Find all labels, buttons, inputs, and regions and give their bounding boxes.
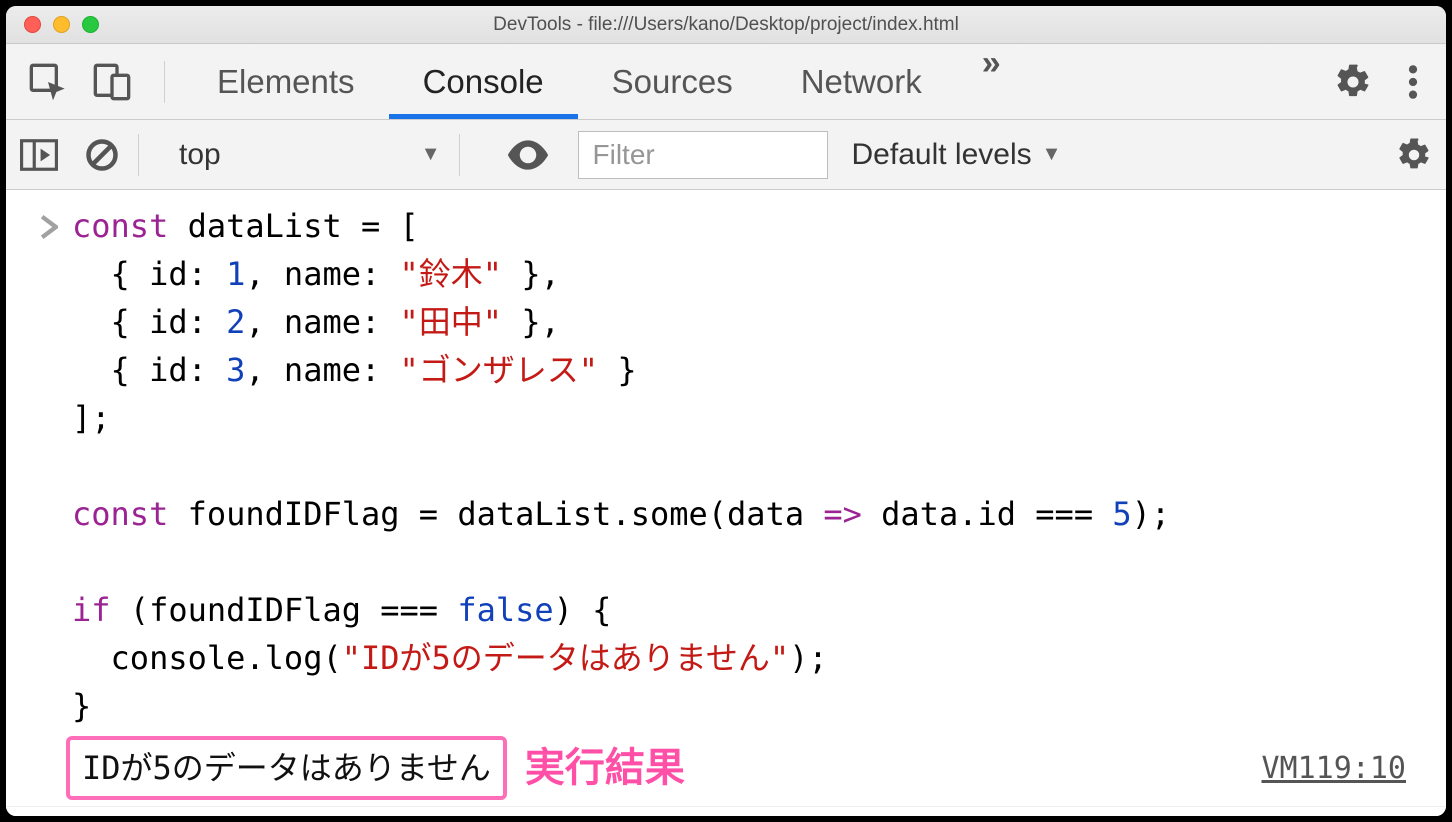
live-expression-icon[interactable] (506, 140, 550, 170)
separator (138, 134, 139, 176)
filter-input[interactable] (578, 131, 828, 179)
gear-icon[interactable] (1334, 63, 1372, 101)
panel-tabs: Elements Console Sources Network » (183, 44, 1027, 119)
console-input-block[interactable]: const dataList = [ { id: 1, name: "鈴木" }… (6, 202, 1446, 730)
close-window-button[interactable] (24, 16, 41, 33)
console-output: const dataList = [ { id: 1, name: "鈴木" }… (6, 190, 1446, 816)
kebab-menu-icon[interactable] (1408, 63, 1418, 101)
main-toolbar: Elements Console Sources Network » (6, 44, 1446, 120)
clear-console-icon[interactable] (84, 137, 120, 173)
devtools-window: DevTools - file:///Users/kano/Desktop/pr… (6, 6, 1446, 816)
window-title: DevTools - file:///Users/kano/Desktop/pr… (6, 14, 1446, 36)
console-log-row: IDが5のデータはありません 実行結果 VM119:10 (6, 730, 1446, 807)
tab-elements[interactable]: Elements (183, 44, 389, 119)
tab-console[interactable]: Console (389, 44, 578, 119)
log-output-highlight: IDが5のデータはありません (66, 736, 507, 800)
titlebar: DevTools - file:///Users/kano/Desktop/pr… (6, 6, 1446, 44)
source-link[interactable]: VM119:10 (1262, 746, 1407, 791)
chevron-right-icon (40, 215, 58, 239)
inspect-element-icon[interactable] (28, 62, 68, 102)
tab-network[interactable]: Network (767, 44, 956, 119)
traffic-lights (6, 16, 99, 33)
context-selector-value: top (179, 138, 221, 172)
gear-icon[interactable] (1396, 137, 1432, 173)
device-toolbar-icon[interactable] (92, 62, 132, 102)
context-selector[interactable]: top ▼ (179, 138, 441, 172)
zoom-window-button[interactable] (82, 16, 99, 33)
console-toolbar: top ▼ Default levels ▼ (6, 120, 1446, 190)
separator (459, 134, 460, 176)
overflow-tabs-icon[interactable]: » (956, 44, 1027, 119)
minimize-window-button[interactable] (53, 16, 70, 33)
console-return-row: undefined (6, 807, 1446, 816)
chevron-down-icon: ▼ (421, 143, 441, 166)
annotation-label: 実行結果 (525, 738, 685, 798)
separator (164, 61, 165, 103)
code-content: const dataList = [ { id: 1, name: "鈴木" }… (72, 202, 1430, 730)
log-level-value: Default levels (852, 138, 1032, 172)
log-level-selector[interactable]: Default levels ▼ (852, 138, 1062, 172)
tab-sources[interactable]: Sources (578, 44, 767, 119)
console-sidebar-toggle-icon[interactable] (20, 138, 58, 172)
return-value: undefined (72, 813, 245, 816)
chevron-down-icon: ▼ (1042, 143, 1062, 166)
